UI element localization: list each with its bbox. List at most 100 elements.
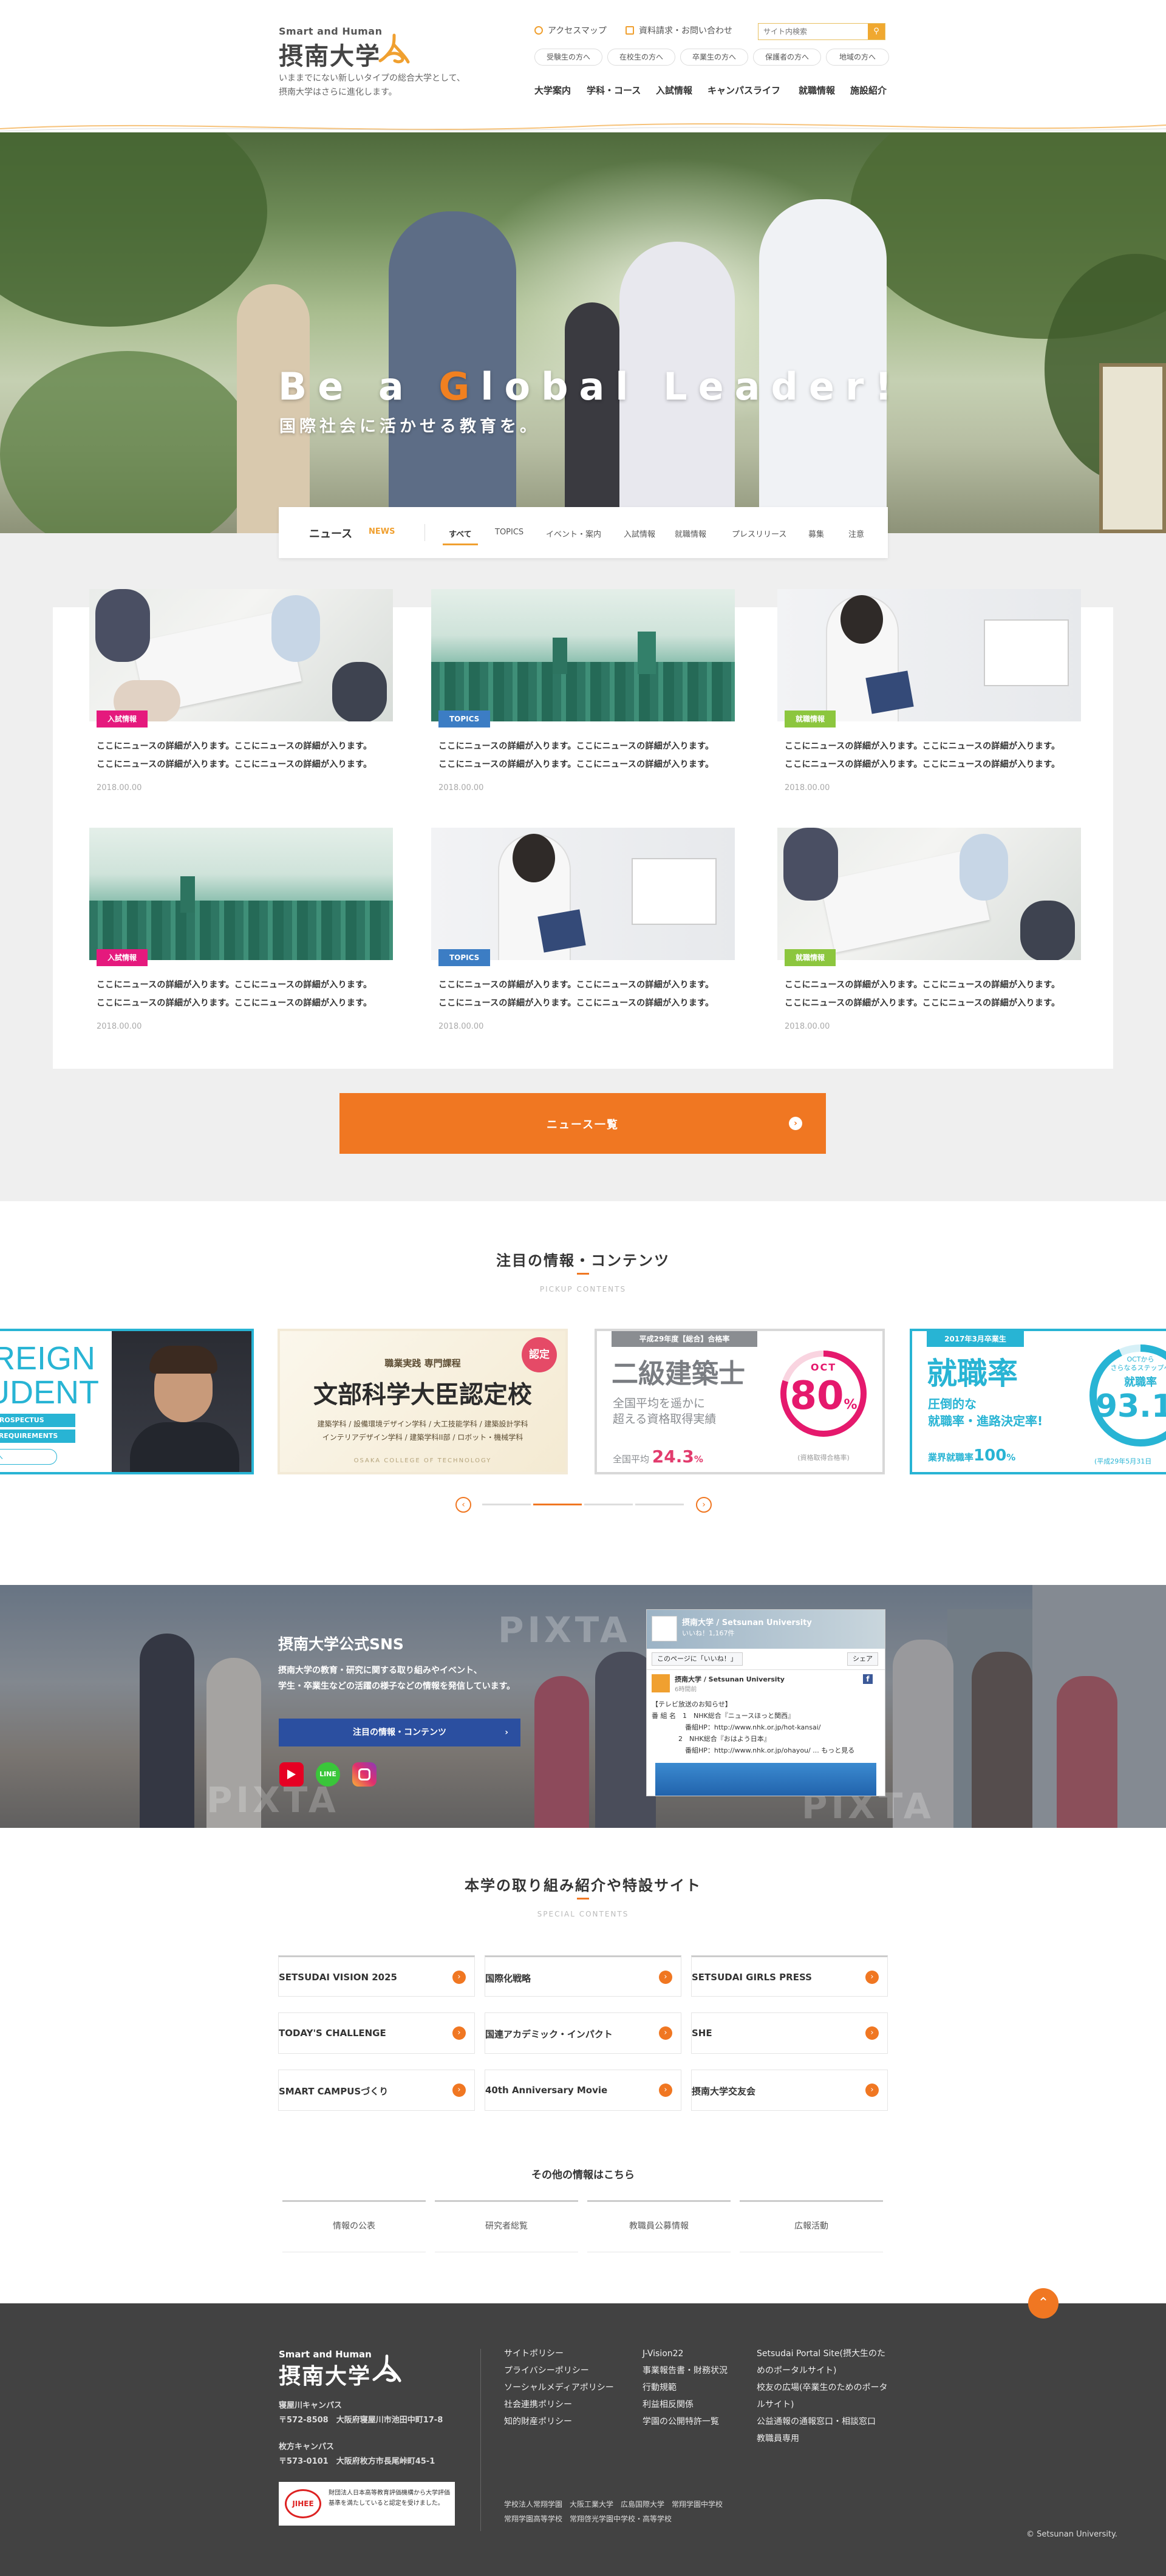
footer-link[interactable]: 事業報告書・財務状況: [643, 2362, 728, 2379]
news-card[interactable]: 就職情報 ここにニュースの詳細が入ります。ここにニュースの詳細が入ります。 ここに…: [777, 828, 1081, 1031]
youtube-icon[interactable]: [279, 1762, 304, 1787]
pill-students[interactable]: 在校生の方へ: [607, 49, 675, 66]
group-link-line[interactable]: 常翔学園高等学校 常翔啓光学園中学校・高等学校: [504, 2512, 723, 2526]
footer-link[interactable]: 知的財産ポリシー: [504, 2413, 614, 2430]
fb-like-button[interactable]: このページに「いいね！」: [652, 1652, 743, 1666]
nav-campus-life[interactable]: キャンパスライフ: [707, 84, 780, 97]
news-date: 2018.00.00: [785, 783, 830, 792]
footer-link[interactable]: 校友の広場(卒業生のためのポータルサイト): [757, 2379, 888, 2413]
news-card[interactable]: 入試情報 ここにニュースの詳細が入ります。ここにニュースの詳細が入ります。 ここに…: [89, 828, 393, 1031]
banner-employment-rate[interactable]: 2017年3月卒業生 就職率 圧倒的な 就職率・進路決定率! 業界就職率100%…: [910, 1329, 1166, 1474]
fb-share-button[interactable]: シェア: [847, 1652, 878, 1666]
special-link[interactable]: TODAY'S CHALLENGE ›: [278, 2012, 475, 2054]
footer-link[interactable]: サイトポリシー: [504, 2345, 614, 2362]
nav-admissions[interactable]: 入試情報: [656, 84, 692, 97]
site-footer: [0, 2303, 1166, 2576]
news-list-button[interactable]: ニュース一覧 ›: [339, 1093, 826, 1154]
special-label: SETSUDAI GIRLS PRESS: [692, 1972, 812, 1983]
search-icon[interactable]: ⚲: [868, 24, 885, 39]
average-label: 全国平均: [613, 1454, 650, 1465]
tab-admissions[interactable]: 入試情報: [624, 528, 655, 539]
nav-career[interactable]: 就職情報: [799, 84, 835, 97]
tab-events[interactable]: イベント・案内: [546, 528, 601, 539]
banner-text: CHOOL PROSPECTUS: [0, 1414, 75, 1427]
news-card[interactable]: TOPICS ここにニュースの詳細が入ります。ここにニュースの詳細が入ります。こ…: [431, 828, 735, 1031]
special-label: 摂南大学交友会: [692, 2086, 756, 2097]
sns-content-button[interactable]: 注目の情報・コンテンツ ›: [279, 1719, 520, 1746]
nav-facilities[interactable]: 施設紹介: [850, 84, 887, 97]
instagram-icon[interactable]: [352, 1762, 377, 1787]
footer-link[interactable]: 利益相反関係: [643, 2396, 728, 2413]
group-link-line[interactable]: 学校法人常翔学園 大阪工業大学 広島国際大学 常翔学園中学校: [504, 2497, 723, 2512]
carousel-indicator[interactable]: [635, 1504, 684, 1505]
footer-link[interactable]: J-Vision22: [643, 2345, 728, 2362]
banner-text: 平成29年度【総合】合格率: [612, 1331, 757, 1347]
special-link[interactable]: SETSUDAI VISION 2025 ›: [278, 1955, 475, 1997]
news-card[interactable]: 就職情報 ここにニュースの詳細が入ります。ここにニュースの詳細が入ります。 ここに…: [777, 589, 1081, 792]
pill-community[interactable]: 地域の方へ: [826, 49, 889, 66]
special-link[interactable]: SETSUDAI GIRLS PRESS ›: [691, 1955, 888, 1997]
news-text-line: ここにニュースの詳細が入ります。ここにニュースの詳細が入ります。: [438, 741, 714, 751]
title-underline: [577, 1273, 589, 1275]
news-card[interactable]: TOPICS ここにニュースの詳細が入ります。ここにニュースの詳細が入ります。こ…: [431, 589, 735, 792]
footer-link[interactable]: 学園の公開特許一覧: [643, 2413, 728, 2430]
footer-link[interactable]: 行動規範: [643, 2379, 728, 2396]
ring-text: さらなるステップへ: [1110, 1364, 1166, 1372]
special-link[interactable]: 国連アカデミック・インパクト ›: [485, 2012, 681, 2054]
special-link[interactable]: 40th Anniversary Movie ›: [485, 2070, 681, 2111]
watermark: PIXTA: [206, 1779, 339, 1821]
pill-alumni[interactable]: 卒業生の方へ: [680, 49, 748, 66]
banner-ministry-certified[interactable]: 職業実践 専門課程 認定 文部科学大臣認定校 建築学科 / 設備環境デザイン学科…: [278, 1329, 568, 1474]
tab-notice[interactable]: 注意: [848, 528, 864, 539]
news-card[interactable]: 入試情報 ここにニュースの詳細が入ります。ここにニュースの詳細が入ります。 ここに…: [89, 589, 393, 792]
special-link[interactable]: 国際化戦略 ›: [485, 1955, 681, 1997]
footer-link[interactable]: ソーシャルメディアポリシー: [504, 2379, 614, 2396]
other-link[interactable]: 教職員公募情報: [587, 2200, 731, 2252]
nav-about[interactable]: 大学案内: [534, 84, 571, 97]
pill-parents[interactable]: 保護者の方へ: [753, 49, 821, 66]
carousel-next-button[interactable]: ›: [696, 1497, 712, 1513]
other-link[interactable]: 広報活動: [740, 2200, 883, 2252]
chevron-right-icon: ›: [789, 1117, 802, 1130]
logo[interactable]: 摂南大学: [279, 36, 381, 72]
news-title-en: NEWS: [369, 527, 395, 536]
tab-recruit[interactable]: 募集: [808, 528, 824, 539]
news-date: 2018.00.00: [785, 1022, 830, 1031]
carousel-indicator-active[interactable]: [533, 1504, 582, 1505]
carousel-indicator[interactable]: [482, 1504, 531, 1505]
banner-architect-exam[interactable]: 平成29年度【総合】合格率 二級建築士 全国平均を遥かに 超える資格取得実績 全…: [595, 1329, 885, 1474]
footer-link[interactable]: 公益通報の通報窓口・相談窓口: [757, 2413, 888, 2430]
tab-press[interactable]: プレスリリース: [732, 528, 786, 539]
tab-all[interactable]: すべて: [443, 528, 478, 545]
other-link[interactable]: 研究者総覧: [435, 2200, 578, 2252]
special-link[interactable]: 摂南大学交友会 ›: [691, 2070, 888, 2111]
tab-topics[interactable]: TOPICS: [495, 528, 523, 537]
facebook-widget[interactable]: 摂南大学 / Setsunan University いいね！1,167件 この…: [646, 1609, 885, 1796]
fb-post-line: 番 組 名 1 NHK総合『ニュースほっと関西』: [652, 1712, 795, 1720]
line-icon[interactable]: LINE: [316, 1762, 340, 1787]
accreditation-badge[interactable]: JIHEE 財団法人日本高等教育評価機構から大学評価基準を満たしていると認定を受…: [279, 2482, 455, 2526]
news-text-line: ここにニュースの詳細が入ります。ここにニュースの詳細が入ります。: [785, 760, 1060, 769]
fb-post-image: [655, 1763, 876, 1796]
search-input[interactable]: [759, 24, 868, 39]
pill-prospective[interactable]: 受験生の方へ: [534, 49, 602, 66]
banner-foreign-student[interactable]: OREIGN TUDENT CHOOL PROSPECTUS ICATION R…: [0, 1329, 254, 1474]
footer-logo[interactable]: 摂南大学: [279, 2359, 371, 2390]
nav-departments[interactable]: 学科・コース: [587, 84, 641, 97]
tab-career[interactable]: 就職情報: [675, 528, 706, 539]
footer-link[interactable]: 社会連携ポリシー: [504, 2396, 614, 2413]
footer-link[interactable]: Setsudai Portal Site(摂大生のためのポータルサイト): [757, 2345, 888, 2379]
request-link[interactable]: 資料請求・お問い合わせ: [626, 24, 732, 36]
news-text-line: ここにニュースの詳細が入ります。ここにニュースの詳細が入ります。: [438, 998, 714, 1008]
footer-link[interactable]: 教職員専用: [757, 2430, 888, 2447]
back-to-top-button[interactable]: ⌃: [1028, 2288, 1059, 2319]
access-map-link[interactable]: アクセスマップ: [534, 24, 607, 36]
carousel-indicator[interactable]: [584, 1504, 633, 1505]
footer-link[interactable]: プライバシーポリシー: [504, 2362, 614, 2379]
carousel-prev-button[interactable]: ‹: [455, 1497, 471, 1513]
other-link[interactable]: 情報の公表: [282, 2200, 426, 2252]
fb-post-line: 番組HP：http://www.nhk.or.jp/ohayou/ ... もっ…: [652, 1746, 855, 1754]
news-tag: TOPICS: [438, 710, 491, 727]
special-link[interactable]: SHE ›: [691, 2012, 888, 2054]
special-link[interactable]: SMART CAMPUSづくり ›: [278, 2070, 475, 2111]
